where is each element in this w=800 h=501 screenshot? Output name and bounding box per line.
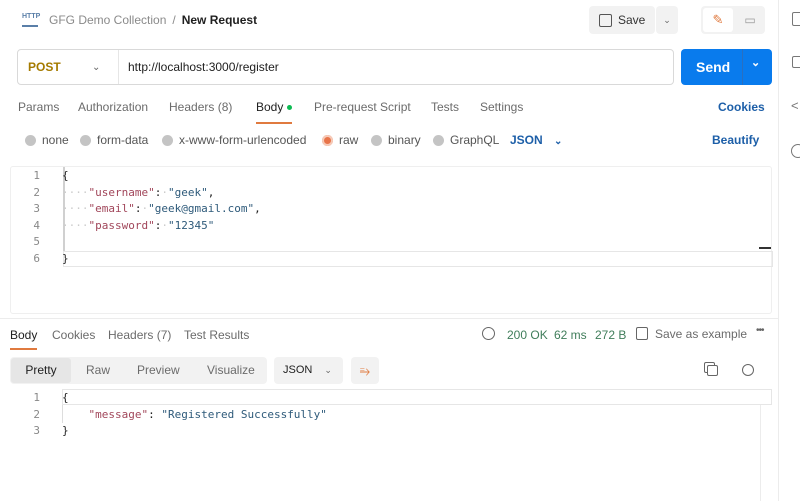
radio-raw[interactable]: raw xyxy=(322,133,358,147)
view-visualize[interactable]: Visualize xyxy=(207,363,255,377)
radio-graphql[interactable]: GraphQL xyxy=(433,133,499,147)
response-time[interactable]: 62 ms xyxy=(554,328,587,342)
documentation-icon[interactable] xyxy=(792,12,800,26)
save-icon xyxy=(636,327,648,340)
save-icon xyxy=(599,13,612,27)
more-options-icon[interactable]: ••• xyxy=(756,325,764,336)
response-tab-test-results[interactable]: Test Results xyxy=(184,328,249,342)
breadcrumb-separator: / xyxy=(172,13,176,27)
beautify-link[interactable]: Beautify xyxy=(712,133,759,147)
globe-icon[interactable] xyxy=(482,327,495,340)
breadcrumb: GFG Demo Collection / New Request xyxy=(49,13,257,27)
view-toggle: ✎ ▭ xyxy=(701,6,765,34)
request-name[interactable]: New Request xyxy=(182,13,257,27)
view-raw[interactable]: Raw xyxy=(86,363,110,377)
wrap-lines-button[interactable]: ⥱ xyxy=(351,357,379,384)
view-pretty[interactable]: Pretty xyxy=(11,358,71,383)
copy-icon[interactable] xyxy=(707,365,718,376)
response-view-toggle: Pretty Raw Preview Visualize xyxy=(10,357,267,384)
save-options-button[interactable]: ⌄ xyxy=(656,6,678,34)
chevron-down-icon: ⌄ xyxy=(324,365,332,375)
radio-binary[interactable]: binary xyxy=(371,133,421,147)
body-active-dot xyxy=(286,105,292,111)
tab-params[interactable]: Params xyxy=(18,100,59,114)
cookies-link[interactable]: Cookies xyxy=(718,100,765,114)
body-format-select[interactable]: JSON ⌄ xyxy=(510,133,562,147)
request-body-code: 1{ 2 ····"username":·"geek", 3 ····"email"… xyxy=(33,169,261,265)
response-tab-headers[interactable]: Headers (7) xyxy=(108,328,171,342)
info-icon[interactable] xyxy=(791,144,800,158)
edit-pencil-icon[interactable]: ✎ xyxy=(703,8,733,32)
radio-form-data[interactable]: form-data xyxy=(80,133,148,147)
response-body-code: 1{ 2 "message": "Registered Successfully… xyxy=(33,391,327,437)
tab-tests[interactable]: Tests xyxy=(431,100,459,114)
breadcrumb-collection[interactable]: GFG Demo Collection xyxy=(49,13,166,27)
tab-body[interactable]: Body xyxy=(256,100,292,124)
view-preview[interactable]: Preview xyxy=(137,363,180,377)
tab-settings[interactable]: Settings xyxy=(480,100,523,114)
tab-pre-request-script[interactable]: Pre-request Script xyxy=(314,100,411,114)
chevron-down-icon: ⌄ xyxy=(92,61,101,73)
response-format-select[interactable]: JSON ⌄ xyxy=(274,357,343,384)
search-icon[interactable] xyxy=(742,364,754,376)
radio-x-www-form-urlencoded[interactable]: x-www-form-urlencoded xyxy=(162,133,306,147)
right-sidebar-divider xyxy=(778,0,779,501)
response-tab-body[interactable]: Body xyxy=(10,328,38,350)
send-button[interactable]: Send ⌄ xyxy=(681,49,772,85)
http-icon: HTTP xyxy=(22,13,40,27)
chevron-down-icon: ⌄ xyxy=(554,136,563,147)
url-input[interactable] xyxy=(128,56,658,78)
save-button[interactable]: Save xyxy=(589,6,655,34)
url-bar: POST ⌄ xyxy=(17,49,674,85)
tab-headers[interactable]: Headers (8) xyxy=(169,100,232,114)
pane-divider[interactable] xyxy=(0,318,778,319)
response-tab-cookies[interactable]: Cookies xyxy=(52,328,95,342)
code-icon[interactable]: < xyxy=(791,98,799,113)
radio-none[interactable]: none xyxy=(25,133,69,147)
response-size[interactable]: 272 B xyxy=(595,328,626,342)
comments-icon[interactable] xyxy=(792,56,800,68)
method-select[interactable]: POST ⌄ xyxy=(18,50,119,84)
save-example-button[interactable]: Save as example xyxy=(636,327,747,341)
tab-authorization[interactable]: Authorization xyxy=(78,100,148,114)
status-code[interactable]: 200 OK xyxy=(507,328,548,342)
comment-icon[interactable]: ▭ xyxy=(739,8,761,32)
send-options-chevron-icon[interactable]: ⌄ xyxy=(751,56,760,69)
